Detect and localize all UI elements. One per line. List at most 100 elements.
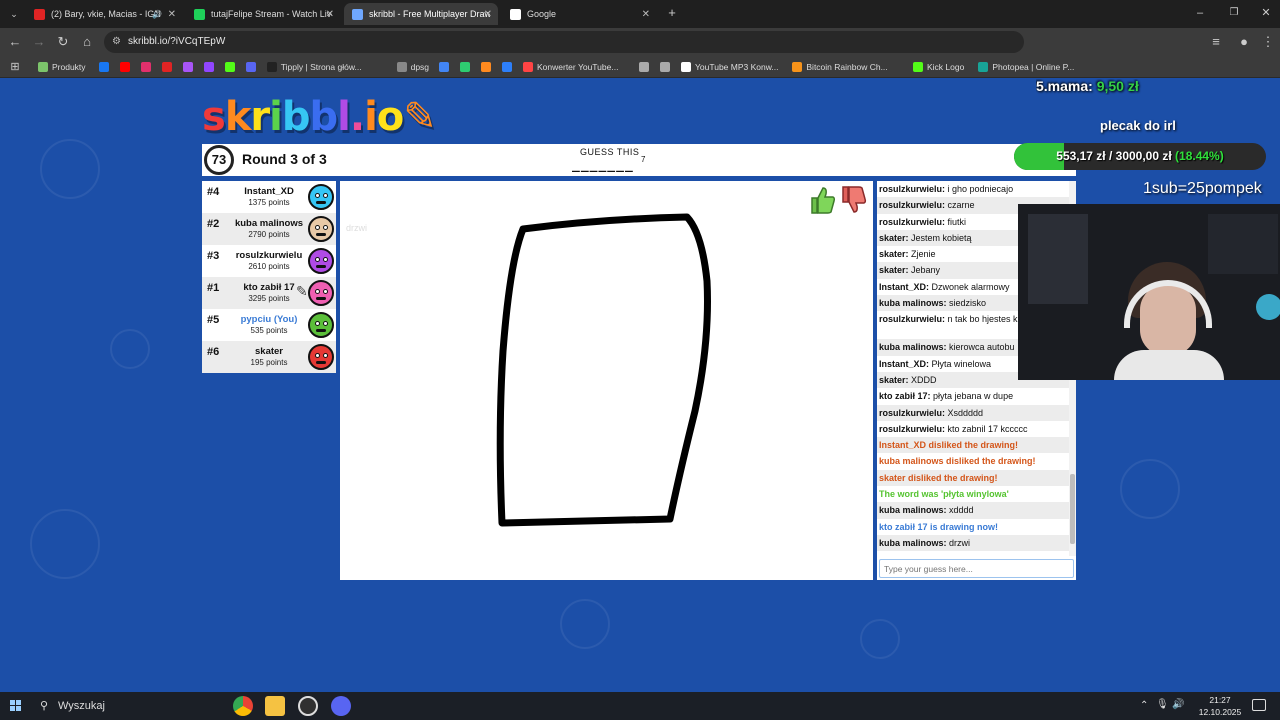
- bookmark-favicon-icon: [396, 62, 407, 72]
- bookmarks-bar: ⊞ Produkty Tipply | Strona głów... dpsg Kon…: [0, 56, 1280, 78]
- taskbar-clock[interactable]: 21:27 12.10.2025: [1198, 694, 1242, 718]
- reload-icon[interactable]: ↻: [55, 34, 71, 50]
- donation-leaderboard: 1.zachariusz: 441,38 zł2.olson1k: 28,00 …: [1036, 79, 1280, 95]
- chat-text: Instant_XD disliked the drawing!: [879, 440, 1019, 451]
- back-icon[interactable]: ←: [7, 34, 23, 50]
- browser-toolbar: ← → ↻ ⌂ ⚙ skribbl.io/?iVCqTEpW ≡ ● ⋮: [0, 28, 1280, 56]
- browser-tab[interactable]: (2) Bary, vkie, Macias - IGN 🔊 ✕: [26, 3, 182, 25]
- bookmark-favicon-icon: [161, 62, 172, 72]
- maximize-icon[interactable]: ❐: [1226, 5, 1242, 21]
- start-icon[interactable]: [10, 700, 22, 712]
- avatar-mouth: [316, 201, 326, 204]
- bookmark-item[interactable]: [245, 60, 260, 74]
- player-row[interactable]: #1 kto zabił 17 3295 points ✎: [202, 277, 336, 309]
- close-window-icon[interactable]: ✕: [1258, 5, 1274, 21]
- bookmark-label: dpsg: [410, 62, 430, 72]
- bookmark-item[interactable]: [660, 60, 674, 74]
- bookmark-item[interactable]: [439, 60, 453, 74]
- bookmark-item[interactable]: [119, 60, 134, 74]
- bookmark-item[interactable]: [224, 60, 239, 74]
- chat-username: rosulzkurwielu:: [879, 200, 946, 211]
- tab-close-icon[interactable]: ✕: [484, 9, 492, 20]
- address-bar[interactable]: ⚙ skribbl.io/?iVCqTEpW: [104, 31, 1024, 53]
- player-avatar: [308, 280, 334, 306]
- bookmark-item[interactable]: Produkty: [38, 60, 86, 74]
- tab-close-icon[interactable]: ✕: [642, 9, 650, 20]
- chat-username: kuba malinows:: [879, 505, 947, 516]
- bookmark-item[interactable]: [161, 60, 176, 74]
- bookmark-item[interactable]: [481, 60, 495, 74]
- player-row[interactable]: #2 kuba malinows 2790 points: [202, 213, 336, 245]
- bookmark-item[interactable]: Bitcoin Rainbow Ch...: [792, 60, 888, 74]
- logo-letter: i: [364, 94, 378, 140]
- bookmark-item[interactable]: Tipply | Strona głów...: [266, 60, 362, 74]
- thumbs-down-icon[interactable]: [839, 185, 867, 215]
- microphone-icon[interactable]: 🎙: [1156, 699, 1169, 710]
- minimize-icon[interactable]: –: [1192, 5, 1208, 21]
- player-rank: #1: [207, 282, 220, 294]
- bookmark-item[interactable]: [203, 60, 218, 74]
- browser-tab[interactable]: tutajFelipe Stream - Watch Live ✕: [186, 3, 340, 25]
- chevron-up-icon[interactable]: ⌃: [1140, 700, 1148, 711]
- donation-amount: 9,50 zł: [1092, 79, 1139, 94]
- sub-challenge-text: 1sub=25pompek: [1143, 180, 1262, 197]
- chat-scroll-thumb[interactable]: [1070, 474, 1075, 544]
- player-row[interactable]: #4 Instant_XD 1375 points: [202, 181, 336, 213]
- chat-text: drzwi: [946, 537, 971, 548]
- file-explorer-icon[interactable]: [265, 696, 285, 716]
- profile-avatar[interactable]: ●: [1236, 34, 1252, 50]
- bookmark-item[interactable]: YouTube MP3 Konw...: [681, 60, 778, 74]
- extensions-icon[interactable]: ≡: [1208, 34, 1224, 50]
- avatar-mouth: [316, 265, 326, 268]
- player-row[interactable]: #5 pypciu (You) 535 points: [202, 309, 336, 341]
- avatar-eye: [323, 289, 328, 294]
- chat-text: fiutki: [945, 216, 967, 227]
- donation-goal-title: plecak do irl: [1100, 118, 1176, 133]
- player-rank: #3: [207, 250, 220, 262]
- drawing-canvas[interactable]: drzwi: [340, 181, 873, 580]
- tab-close-icon[interactable]: ✕: [168, 9, 176, 20]
- thumbs-up-icon[interactable]: [808, 185, 836, 215]
- forward-icon[interactable]: →: [31, 34, 47, 50]
- bookmark-item[interactable]: [140, 60, 155, 74]
- new-tab-button[interactable]: +: [664, 5, 680, 21]
- bookmark-item[interactable]: [98, 60, 113, 74]
- bookmark-item[interactable]: Kick Logo: [913, 60, 964, 74]
- chat-message: rosulzkurwielu: Xsddddd: [877, 404, 1069, 421]
- chrome-taskbar-icon[interactable]: [233, 696, 253, 716]
- chat-text: i gho podniecajo: [945, 184, 1014, 194]
- chat-username: rosulzkurwielu:: [879, 407, 946, 418]
- browser-tab[interactable]: Google ✕: [502, 3, 656, 25]
- notifications-icon[interactable]: [1252, 699, 1266, 711]
- site-info-icon[interactable]: ⚙: [112, 31, 121, 53]
- bookmark-item[interactable]: [182, 60, 197, 74]
- bookmark-favicon-icon: [119, 62, 130, 72]
- guess-input[interactable]: [879, 559, 1074, 578]
- bookmark-item[interactable]: Konwerter YouTube...: [523, 60, 618, 74]
- tab-close-icon[interactable]: ✕: [326, 9, 334, 20]
- volume-icon[interactable]: 🔊: [1172, 699, 1184, 710]
- browser-tab[interactable]: skribbl - Free Multiplayer Drawi ✕: [344, 3, 498, 25]
- bookmark-item[interactable]: Photopea | Online P...: [978, 60, 1074, 74]
- tab-audio-icon[interactable]: 🔊: [152, 10, 162, 19]
- bookmark-item[interactable]: [460, 60, 474, 74]
- background-doodle: [30, 509, 100, 579]
- logo-letter: r: [250, 94, 270, 140]
- obs-taskbar-icon[interactable]: [298, 696, 318, 716]
- player-row[interactable]: #3 rosulzkurwielu 2610 points: [202, 245, 336, 277]
- bookmark-item[interactable]: [639, 60, 653, 74]
- taskbar-search[interactable]: ⚲ Wyszukaj: [34, 696, 224, 716]
- menu-icon[interactable]: ⋮: [1260, 34, 1276, 50]
- apps-icon[interactable]: ⊞: [7, 59, 23, 75]
- player-row[interactable]: #6 skater 195 points: [202, 341, 336, 373]
- logo-letter: o: [376, 94, 405, 140]
- chat-message: kuba malinows: drzwi: [877, 534, 1069, 552]
- discord-taskbar-icon[interactable]: [331, 696, 351, 716]
- bookmark-item[interactable]: dpsg: [396, 60, 430, 74]
- tab-search-icon[interactable]: ⌄: [6, 6, 22, 22]
- logo-letter: s: [202, 94, 226, 140]
- bookmark-item[interactable]: [502, 60, 516, 74]
- tab-favicon-icon: [510, 8, 521, 20]
- player-name: kuba malinows: [234, 218, 304, 229]
- home-icon[interactable]: ⌂: [79, 34, 95, 50]
